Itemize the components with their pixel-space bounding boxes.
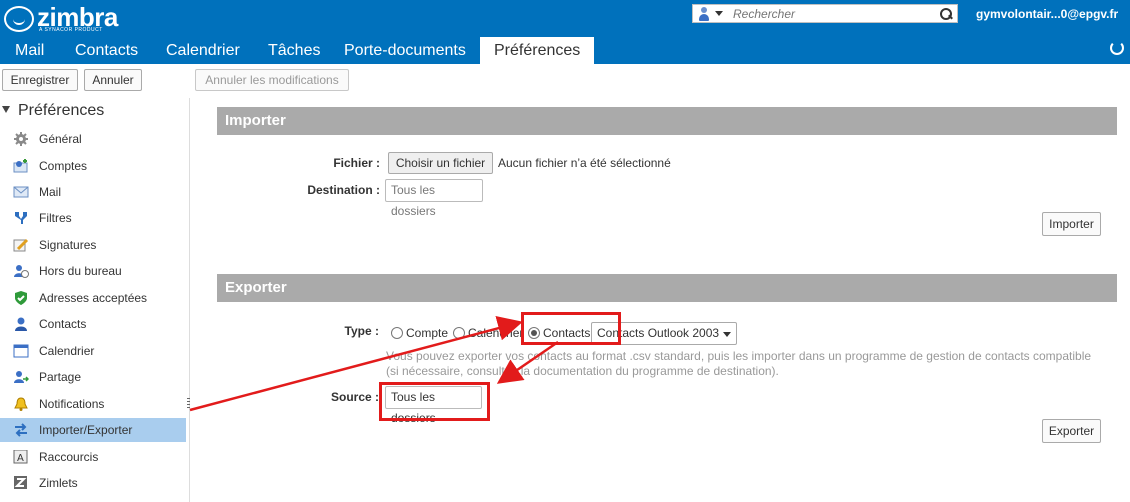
svg-text:A: A (17, 453, 24, 464)
import-section-header: Importer (217, 107, 1117, 135)
type-radio-calendar[interactable]: Calendrier (453, 326, 523, 340)
collapse-triangle-icon[interactable] (2, 106, 10, 113)
sidebar-item-label: Notifications (39, 397, 105, 411)
signature-icon (13, 238, 29, 252)
user-account-name[interactable]: gymvolontair...0@epgv.fr (976, 7, 1118, 21)
calendar-icon (13, 344, 29, 358)
radio-label: Calendrier (468, 326, 524, 340)
hint-line: Vous pouvez exporter vos contacts au for… (386, 349, 1092, 363)
zimbra-smile-icon (4, 5, 34, 32)
share-icon (14, 371, 29, 383)
tab-preferences[interactable]: Préférences (480, 37, 595, 64)
sidebar-item-label: Signatures (39, 238, 97, 252)
app-tabs: Mail Contacts Calendrier Tâches Porte-do… (0, 37, 1130, 64)
sidebar-item-out-of-office[interactable]: Hors du bureau (0, 259, 186, 283)
sidebar-splitter[interactable] (189, 98, 190, 502)
zimlet-icon (14, 476, 27, 489)
import-export-icon (15, 423, 27, 437)
search-input[interactable] (733, 6, 938, 21)
sidebar-item-label: Général (39, 132, 82, 146)
destination-folder-selector[interactable]: Tous les dossiers (385, 179, 483, 218)
hint-line: (si nécessaire, consultez la documentati… (386, 364, 779, 378)
sidebar-item-general[interactable]: Général (0, 127, 186, 151)
envelope-icon (13, 186, 29, 198)
search-icon[interactable] (938, 6, 954, 22)
export-hint: Vous pouvez exporter vos contacts au for… (386, 349, 1106, 379)
sidebar-item-label: Partage (39, 370, 82, 384)
chevron-down-icon[interactable] (715, 11, 723, 16)
sidebar-item-label: Importer/Exporter (39, 423, 133, 437)
highlight-box-source (379, 382, 490, 421)
sidebar-item-accounts[interactable]: Comptes (0, 154, 186, 178)
sidebar-item-label: Filtres (39, 211, 72, 225)
radio-button[interactable] (453, 327, 465, 339)
import-button[interactable]: Importer (1042, 212, 1101, 236)
refresh-icon[interactable] (1110, 41, 1124, 55)
sidebar-item-shortcuts[interactable]: A Raccourcis (0, 445, 186, 469)
sidebar-item-mail[interactable]: Mail (0, 180, 186, 204)
sidebar-item-calendar[interactable]: Calendrier (0, 339, 186, 363)
tab-calendar[interactable]: Calendrier (166, 37, 240, 64)
sidebar-item-import-export[interactable]: Importer/Exporter (0, 418, 186, 442)
shield-check-icon (15, 291, 27, 305)
gear-icon (14, 132, 28, 146)
cancel-button[interactable]: Annuler (84, 69, 142, 91)
sidebar-item-notifications[interactable]: Notifications (0, 392, 186, 416)
keyboard-icon: A (13, 450, 28, 464)
sidebar-item-label: Mail (39, 185, 62, 199)
export-section-header: Exporter (217, 274, 1117, 302)
sidebar-item-trusted-addresses[interactable]: Adresses acceptées (0, 286, 186, 310)
destination-label: Destination : (307, 183, 380, 197)
contact-search-icon[interactable] (698, 6, 710, 21)
chevron-down-icon (723, 332, 731, 337)
sidebar-item-contacts[interactable]: Contacts (0, 312, 186, 336)
sidebar-item-label: Contacts (39, 317, 87, 331)
file-label: Fichier : (333, 156, 380, 170)
filter-icon (15, 212, 27, 224)
tab-tasks[interactable]: Tâches (268, 37, 320, 64)
search-bar (692, 4, 958, 23)
sidebar-item-label: Raccourcis (39, 450, 99, 464)
sidebar-item-label: Comptes (39, 159, 88, 173)
sidebar-item-signatures[interactable]: Signatures (0, 233, 186, 257)
highlight-box-contacts (521, 312, 621, 345)
sidebar-item-sharing[interactable]: Partage (0, 365, 186, 389)
bell-icon (14, 397, 28, 411)
file-status: Aucun fichier n’a été sélectionné (498, 156, 671, 170)
sidebar-item-label: Adresses acceptées (39, 291, 148, 305)
top-bar: zimbra A SYNACOR PRODUCT gymvolontair...… (0, 0, 1130, 37)
undo-changes-button[interactable]: Annuler les modifications (195, 69, 349, 91)
save-button[interactable]: Enregistrer (2, 69, 78, 91)
contact-icon (15, 317, 27, 331)
radio-label: Compte (406, 326, 449, 340)
resize-grip-icon[interactable] (187, 398, 190, 410)
sidebar-item-label: Calendrier (39, 344, 95, 358)
sidebar-header[interactable]: Préférences (0, 102, 104, 120)
tab-mail[interactable]: Mail (15, 37, 44, 64)
out-of-office-icon (14, 265, 29, 278)
sidebar-item-zimlets[interactable]: Zimlets (0, 471, 186, 495)
preferences-sidebar: Préférences Général Comptes Mail Filtres… (0, 98, 186, 502)
export-button[interactable]: Exporter (1042, 419, 1101, 443)
tab-briefcase[interactable]: Porte-documents (344, 37, 466, 64)
choose-file-button[interactable]: Choisir un fichier (388, 152, 493, 174)
type-radio-account[interactable]: Compte (391, 326, 448, 340)
type-label: Type : (344, 324, 379, 338)
tab-contacts[interactable]: Contacts (75, 37, 138, 64)
zimbra-logo[interactable]: zimbra A SYNACOR PRODUCT (4, 4, 118, 33)
source-label: Source : (330, 390, 379, 404)
sidebar-item-filters[interactable]: Filtres (0, 206, 186, 230)
sidebar-item-label: Hors du bureau (39, 264, 122, 278)
radio-button[interactable] (391, 327, 403, 339)
sidebar-item-label: Zimlets (39, 476, 78, 490)
accounts-icon (13, 159, 28, 173)
sidebar-title: Préférences (18, 102, 105, 119)
